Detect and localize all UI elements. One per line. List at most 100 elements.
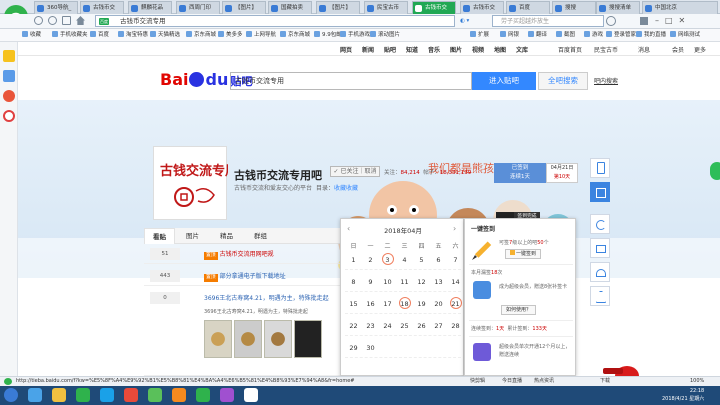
browser-tab[interactable]: 中国北京: [642, 1, 718, 14]
browser-tab[interactable]: 古钱币交: [412, 1, 456, 14]
app-icon[interactable]: [3, 70, 15, 82]
topnav-link[interactable]: 新闻: [362, 45, 374, 54]
forum-tab[interactable]: 看贴: [144, 228, 175, 244]
favorite-link[interactable]: 天猫精选: [150, 29, 180, 42]
address-input[interactable]: 百度 古钱币交流专用: [95, 15, 455, 27]
forum-tab[interactable]: 图片: [178, 228, 207, 244]
calendar-day[interactable]: 22: [345, 319, 362, 339]
share-icon[interactable]: [590, 238, 610, 258]
search-icon[interactable]: [606, 16, 616, 26]
calendar-day[interactable]: 15: [345, 297, 362, 317]
status-item[interactable]: 快剪辑: [470, 377, 485, 386]
favorite-link[interactable]: 京东商城: [280, 29, 310, 42]
thread-image[interactable]: [264, 320, 292, 358]
toolbar-button[interactable]: 翻译: [528, 29, 547, 42]
status-item[interactable]: 热点资讯: [534, 377, 554, 386]
thread-row[interactable]: 51 置顶 古钱币交流用网吧规: [144, 248, 340, 264]
thread-image[interactable]: [234, 320, 262, 358]
calendar-day[interactable]: 27: [430, 319, 447, 339]
favorite-link[interactable]: 上网导航: [246, 29, 276, 42]
toolbar-button[interactable]: 网银: [500, 29, 519, 42]
browser-tab[interactable]: 西周门印: [176, 1, 220, 14]
taskbar-browser-icon[interactable]: [76, 388, 90, 402]
how-to-use-button[interactable]: 如何使用？: [501, 305, 537, 315]
browser-tab[interactable]: 古钱币交: [460, 1, 504, 14]
favorite-link[interactable]: 手机游戏: [340, 29, 370, 42]
zoom-icon[interactable]: ◐ ▾: [460, 16, 486, 26]
topnav-link[interactable]: 知道: [406, 45, 418, 54]
calendar-day[interactable]: 3: [379, 253, 396, 273]
toolbar-button[interactable]: 网络测试: [670, 29, 700, 42]
favorite-link[interactable]: 美多多: [218, 29, 243, 42]
browser-tab[interactable]: 民宝古币: [364, 1, 408, 14]
taskbar-folder-icon[interactable]: [52, 388, 66, 402]
calendar-day[interactable]: 6: [430, 253, 447, 273]
topnav-link[interactable]: 音乐: [428, 45, 440, 54]
browser-tab[interactable]: 【图片】: [316, 1, 360, 14]
follow-button[interactable]: ✓ 已关注｜取消: [330, 166, 380, 177]
edit-post-icon[interactable]: [590, 182, 610, 202]
forward-icon[interactable]: [48, 16, 57, 25]
calendar-day[interactable]: 26: [413, 319, 430, 339]
toolbar-button[interactable]: 我的直播: [636, 29, 666, 42]
sign-in-button[interactable]: 已签到 连续1天: [494, 163, 546, 183]
calendar-day[interactable]: 9: [362, 275, 379, 295]
favorite-link[interactable]: 手机收藏夹: [52, 29, 88, 42]
calendar-day[interactable]: 10: [379, 275, 396, 295]
favorite-link[interactable]: 淘宝特惠: [118, 29, 148, 42]
catalog-link[interactable]: 收藏收藏: [334, 185, 358, 192]
calendar-day[interactable]: 8: [345, 275, 362, 295]
flask-icon[interactable]: [590, 286, 610, 306]
forum-tab[interactable]: 群组: [246, 228, 275, 244]
browser-tab[interactable]: 麒麟花品: [128, 1, 172, 14]
browser-tab[interactable]: 百度: [506, 1, 550, 14]
topnav-link[interactable]: 图片: [450, 45, 462, 54]
favorite-link[interactable]: 京东商城: [186, 29, 216, 42]
refresh-float-icon[interactable]: [590, 214, 610, 234]
thread-image[interactable]: [294, 320, 322, 358]
system-clock[interactable]: 22:18 2018/4/21 星期六: [662, 387, 704, 403]
calendar-day[interactable]: 30: [362, 341, 379, 361]
home-icon[interactable]: [76, 16, 85, 25]
back-icon[interactable]: [34, 16, 43, 25]
green-helper-icon[interactable]: [710, 162, 720, 180]
toolbar-button[interactable]: 登录管家: [606, 29, 636, 42]
taskbar-app-icon[interactable]: [124, 388, 138, 402]
calendar-day[interactable]: 4: [396, 253, 413, 273]
topnav-link[interactable]: 文库: [516, 45, 528, 54]
calendar-day[interactable]: 20: [430, 297, 447, 317]
topnav-user-link[interactable]: 民宝古币: [594, 45, 618, 54]
calendar-day[interactable]: 14: [447, 275, 464, 295]
topnav-link[interactable]: 网页: [340, 45, 352, 54]
forum-tab[interactable]: 精品: [212, 228, 241, 244]
topnav-link[interactable]: 地图: [494, 45, 506, 54]
weibo-icon[interactable]: [3, 90, 15, 102]
taskbar-app-icon[interactable]: [220, 388, 234, 402]
thread-image[interactable]: [204, 320, 232, 358]
enter-tieba-button[interactable]: 进入贴吧: [472, 72, 536, 90]
start-icon[interactable]: [4, 388, 18, 402]
calendar-day[interactable]: 17: [379, 297, 396, 317]
taskbar-app-icon[interactable]: [28, 388, 42, 402]
status-item[interactable]: 下载: [600, 377, 610, 386]
taskbar-app-icon[interactable]: [148, 388, 162, 402]
taskbar-app-icon[interactable]: [196, 388, 210, 402]
calendar-day[interactable]: 16: [362, 297, 379, 317]
calendar-day[interactable]: 19: [413, 297, 430, 317]
browser-tab[interactable]: 搜搜: [552, 1, 596, 14]
status-item[interactable]: 100%: [690, 377, 704, 386]
robot-mascot-icon[interactable]: [601, 360, 641, 376]
search-all-button[interactable]: 全吧搜索: [538, 72, 588, 90]
mobile-icon[interactable]: [590, 158, 610, 178]
thread-row[interactable]: 0 3696王北古寿窝4.21，明遇为主，特殊批走起 3696王北古寿窝4.21…: [144, 292, 340, 376]
status-item[interactable]: 今日直播: [502, 377, 522, 386]
calendar-day[interactable]: 25: [396, 319, 413, 339]
favorite-link[interactable]: 收藏: [22, 29, 41, 42]
favorites-star-icon[interactable]: [3, 50, 15, 62]
calendar-day[interactable]: 18: [396, 297, 413, 317]
toolbar-button[interactable]: 游戏: [584, 29, 603, 42]
browser-tab[interactable]: 360导航_: [34, 1, 78, 14]
topnav-user-link[interactable]: 百度首页: [558, 45, 582, 54]
topnav-user-link[interactable]: 会员: [672, 45, 684, 54]
toolbar-button[interactable]: 截图: [556, 29, 575, 42]
